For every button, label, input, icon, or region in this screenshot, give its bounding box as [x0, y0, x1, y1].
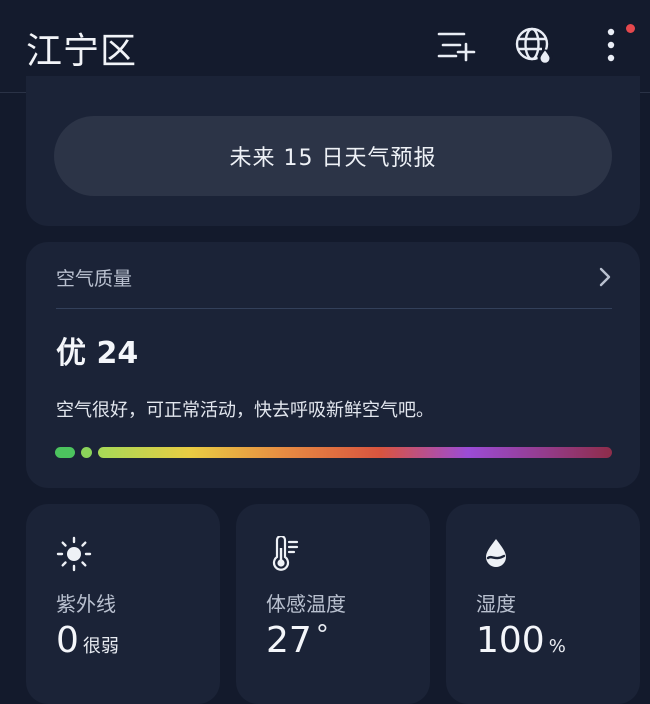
uv-value: 0 很弱	[56, 620, 119, 661]
air-quality-level: 优 24	[56, 336, 139, 371]
chevron-right-icon[interactable]	[596, 266, 614, 288]
forecast-15day-button[interactable]: 未来 15 日天气预报	[54, 116, 612, 196]
notification-dot	[626, 24, 635, 33]
more-icon[interactable]	[596, 26, 626, 66]
humidity-drop-icon	[486, 539, 506, 567]
city-title[interactable]: 江宁区	[26, 22, 137, 74]
feels-like-number: 27	[266, 620, 312, 661]
globe-icon[interactable]	[514, 26, 554, 66]
air-quality-title: 空气质量	[56, 268, 133, 290]
humidity-value: 100%	[476, 620, 566, 661]
uv-label: 紫外线	[56, 592, 116, 616]
feels-like-value: 27 °	[266, 620, 329, 661]
aqi-indicator-pill	[55, 447, 75, 458]
aqi-scale-bar	[98, 447, 612, 458]
divider	[56, 308, 612, 309]
humidity-number: 100	[476, 620, 545, 661]
aqi-indicator-dot	[81, 447, 92, 458]
uv-number: 0	[56, 620, 79, 661]
uv-unit: 很弱	[82, 636, 119, 657]
air-quality-description: 空气很好，可正常活动，快去呼吸新鲜空气吧。	[56, 400, 434, 421]
sun-icon	[56, 536, 92, 572]
feels-like-label: 体感温度	[266, 592, 346, 616]
humidity-label: 湿度	[476, 592, 516, 616]
humidity-unit: %	[548, 636, 566, 657]
thermometer-icon	[272, 536, 299, 571]
feels-like-unit: °	[315, 620, 329, 650]
add-city-icon[interactable]	[436, 26, 476, 66]
